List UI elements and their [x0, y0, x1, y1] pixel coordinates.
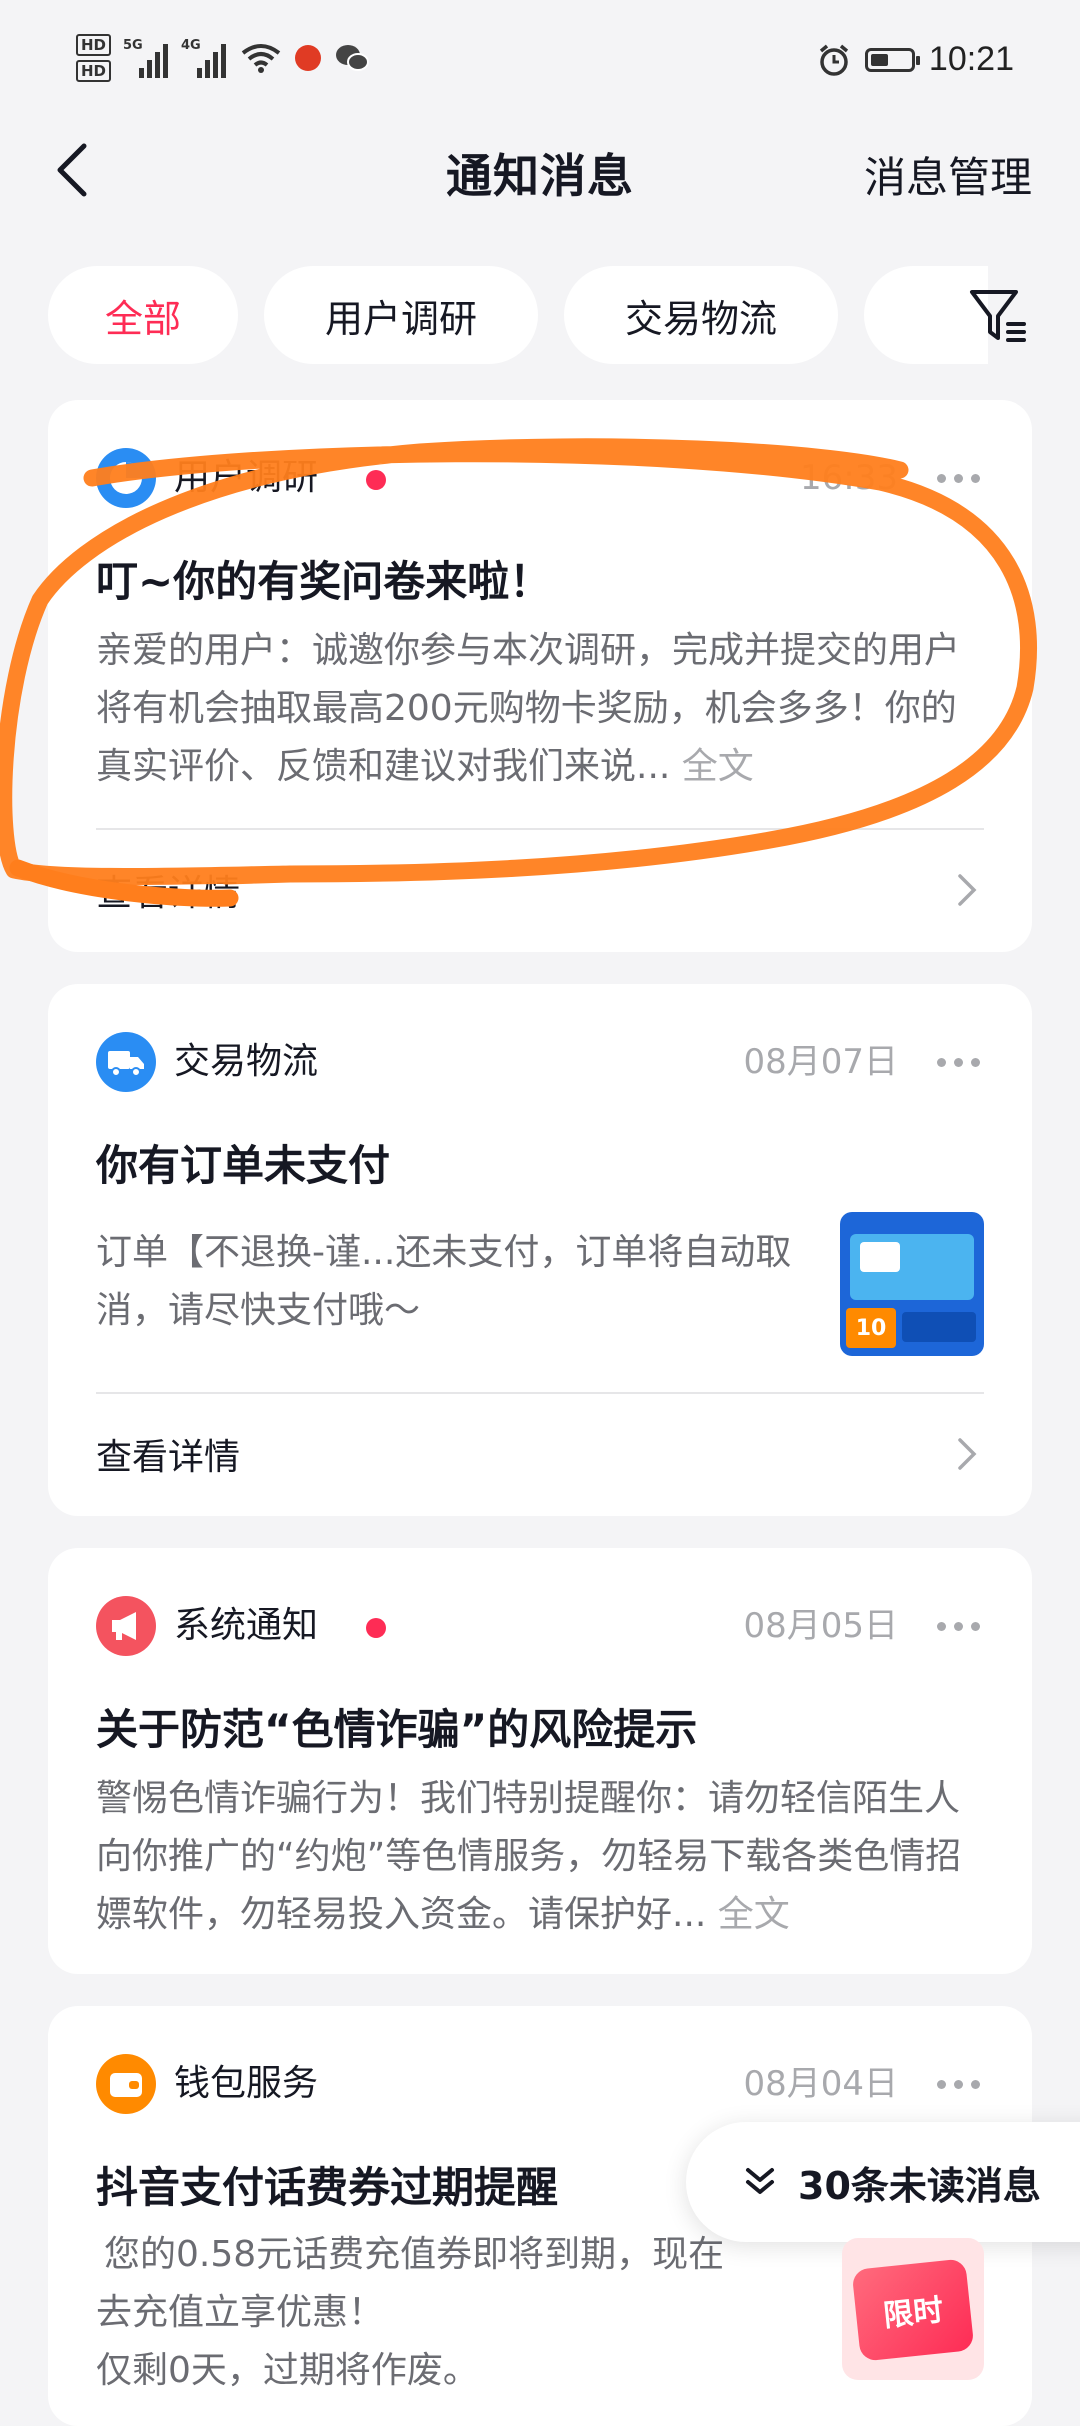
limited-time-promo-badge[interactable]: 限时 — [842, 2238, 984, 2380]
status-bar: HD HD 5G 4G 10:21 — [0, 0, 1080, 130]
divider — [96, 1392, 984, 1394]
message-date: 08月07日 — [743, 1042, 898, 1082]
divider — [96, 828, 984, 830]
notification-card-logistics[interactable]: 交易物流 08月07日 你有订单未支付 订单【不退换-谨...还未支付，订单将自… — [48, 984, 1032, 1516]
message-manage-button[interactable]: 消息管理 — [864, 144, 1032, 205]
wifi-icon — [241, 44, 281, 73]
filter-icon[interactable] — [966, 284, 1030, 348]
message-body: 您的0.58元话费充值券即将到期，现在 去充值立享优惠！ 仅剩0天，过期将作废。 — [96, 2234, 725, 2391]
notification-card-system[interactable]: 系统通知 08月05日 关于防范“色情诈骗”的风险提示 警惕色情诈骗行为！我们特… — [48, 1548, 1032, 1974]
message-body: 亲爱的用户：诚邀你参与本次调研，完成并提交的用户将有机会抽取最高200元购物卡奖… — [96, 630, 961, 787]
unread-messages-button[interactable]: 30条未读消息 — [686, 2122, 1080, 2242]
chevron-right-icon — [958, 1438, 977, 1470]
category-label: 钱包服务 — [174, 2063, 319, 2104]
tab-trade-logistics[interactable]: 交易物流 — [564, 266, 838, 364]
signal-4g-icon: 4G — [181, 38, 227, 78]
message-body: 订单【不退换-谨...还未支付，订单将自动取消，请尽快支付哦～ — [96, 1232, 792, 1331]
unread-count-text: 30条未读消息 — [798, 2163, 1041, 2208]
truck-icon — [96, 1032, 156, 1092]
wechat-icon — [336, 45, 370, 71]
notification-card-survey[interactable]: 用户调研 16:33 叮~你的有奖问卷来啦！ 亲爱的用户：诚邀你参与本次调研，完… — [48, 400, 1032, 952]
chevron-right-icon — [958, 874, 977, 906]
status-time: 10:21 — [928, 40, 1014, 78]
category-label: 系统通知 — [174, 1605, 319, 1646]
unread-dot — [366, 470, 386, 490]
alarm-icon — [819, 44, 849, 76]
category-label: 交易物流 — [174, 1041, 319, 1082]
more-options-icon[interactable] — [937, 1058, 980, 1067]
more-options-icon[interactable] — [937, 1622, 980, 1631]
app-notification-icon — [295, 45, 322, 71]
full-text-link[interactable]: 全文 — [718, 1894, 790, 1935]
battery-icon — [864, 47, 920, 72]
hd-indicator: HD HD — [76, 34, 112, 82]
full-text-link[interactable]: 全文 — [682, 746, 754, 787]
tab-all[interactable]: 全部 — [48, 266, 238, 364]
message-time: 16:33 — [800, 458, 898, 498]
message-title: 你有订单未支付 — [96, 1141, 391, 1190]
message-date: 08月04日 — [743, 2064, 898, 2104]
view-details-link[interactable]: 查看详情 — [96, 864, 240, 916]
wallet-icon — [96, 2054, 156, 2114]
view-details-link[interactable]: 查看详情 — [96, 1428, 240, 1480]
tab-user-survey[interactable]: 用户调研 — [264, 266, 538, 364]
more-options-icon[interactable] — [937, 2080, 980, 2089]
megaphone-icon — [96, 1596, 156, 1656]
message-body: 警惕色情诈骗行为！我们特别提醒你：请勿轻信陌生人向你推广的“约炮”等色情服务，勿… — [96, 1778, 962, 1935]
message-title: 叮~你的有奖问卷来啦！ — [96, 557, 552, 606]
message-date: 08月05日 — [743, 1606, 898, 1646]
survey-pie-icon — [96, 448, 156, 508]
unread-dot — [366, 1618, 386, 1638]
category-tabs: 全部 用户调研 交易物流 — [48, 266, 988, 366]
signal-5g-icon: 5G — [123, 38, 169, 78]
product-thumbnail[interactable]: 10 — [840, 1212, 984, 1356]
category-label: 用户调研 — [174, 457, 319, 498]
double-chevron-down-icon — [746, 2168, 774, 2194]
message-title: 关于防范“色情诈骗”的风险提示 — [96, 1705, 698, 1754]
more-options-icon[interactable] — [937, 474, 980, 483]
message-title: 抖音支付话费券过期提醒 — [96, 2163, 559, 2212]
header: 通知消息 消息管理 — [0, 120, 1080, 220]
